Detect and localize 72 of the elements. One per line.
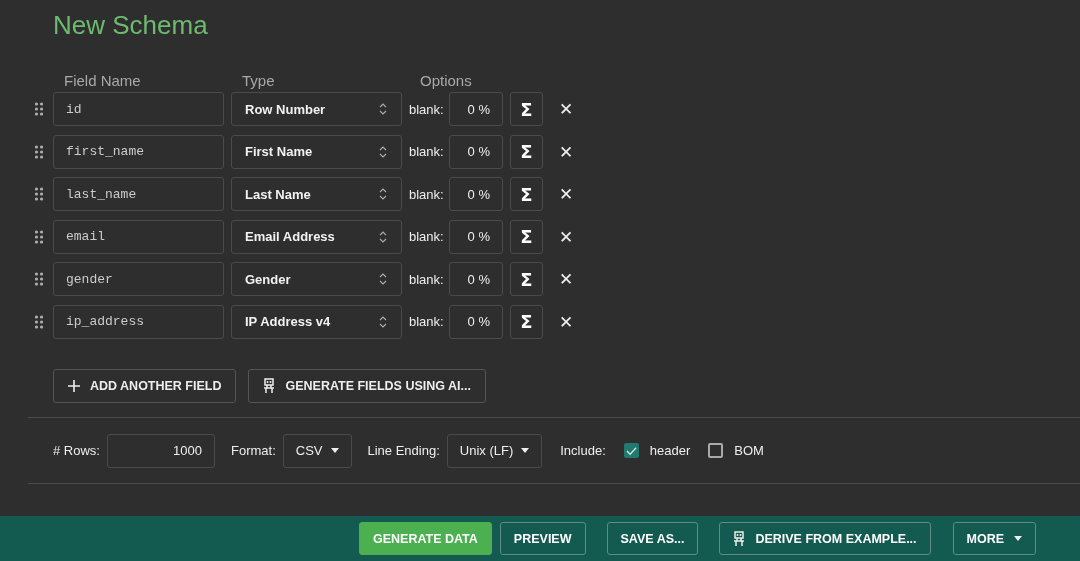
blank-percent-input[interactable]: 0 % [449,304,503,339]
blank-percent-input[interactable]: 0 % [449,262,503,297]
drag-handle-icon[interactable] [35,102,43,116]
blank-label: blank: [409,101,445,117]
drag-handle-icon[interactable] [35,229,43,244]
blank-label: blank: [409,144,445,160]
remove-button[interactable]: ✕ [555,269,578,290]
column-header: Type [242,72,276,91]
column-header: Field Name [64,72,142,91]
line-ending-dropdown[interactable]: Unix (LF) [446,433,543,468]
sort-arrows-icon [379,229,387,244]
line-ending-label: Line Ending: [367,443,440,459]
formula-button[interactable]: Σ [510,92,543,126]
blank-percent-input[interactable]: 0 % [449,177,503,212]
formula-button[interactable]: Σ [510,262,543,297]
type-select[interactable]: Gender [231,262,402,297]
type-select[interactable]: First Name [231,134,402,169]
robot-icon [263,377,276,394]
remove-button[interactable]: ✕ [555,99,578,119]
field-name-input[interactable]: gender [53,262,224,297]
derive-button[interactable]: DERIVE FROM EXAMPLE... [719,522,931,555]
type-select[interactable]: Email Address [231,219,402,254]
action-button[interactable]: SAVE AS... [606,522,699,555]
sort-arrows-icon [379,187,387,202]
checkbox[interactable] [708,443,724,459]
plus-icon [68,379,80,392]
blank-percent-input[interactable]: 0 % [449,219,503,254]
formula-button[interactable]: Σ [510,134,543,169]
checkbox[interactable] [623,443,639,459]
page-title: New Schema [52,9,209,42]
field-name-input[interactable]: last_name [53,177,224,212]
blank-label: blank: [409,314,445,330]
sort-arrows-icon [379,144,387,159]
drag-handle-icon[interactable] [35,314,43,329]
checkbox-label: header [649,443,691,459]
column-header: Options [420,72,472,91]
sort-arrows-icon [379,272,387,287]
rows-input[interactable]: 1000 [106,433,215,468]
blank-label: blank: [409,186,445,202]
generate-ai-button[interactable]: GENERATE FIELDS USING AI... [248,368,486,403]
rows-label: # Rows: [53,443,100,459]
remove-button[interactable]: ✕ [555,311,578,332]
drag-handle-icon[interactable] [35,187,43,202]
blank-percent-input[interactable]: 0 % [449,134,503,169]
field-name-input[interactable]: id [53,92,224,126]
sort-arrows-icon [379,314,387,329]
sort-arrows-icon [379,102,387,116]
include-label: Include: [560,443,606,459]
blank-label: blank: [409,229,445,245]
type-select[interactable]: IP Address v4 [231,304,402,339]
action-button[interactable]: PREVIEW [499,522,586,555]
remove-button[interactable]: ✕ [555,184,578,205]
formula-button[interactable]: Σ [510,177,543,212]
drag-handle-icon[interactable] [35,144,43,159]
drag-handle-icon[interactable] [35,272,43,287]
formula-button[interactable]: Σ [510,304,543,339]
remove-button[interactable]: ✕ [555,226,578,247]
formula-button[interactable]: Σ [510,219,543,254]
remove-button[interactable]: ✕ [555,141,578,162]
field-name-input[interactable]: email [53,219,224,254]
more-menu-button[interactable]: MORE [952,522,1037,555]
type-select[interactable]: Row Number [231,92,402,126]
format-dropdown[interactable]: CSV [282,433,352,468]
blank-percent-input[interactable]: 0 % [449,92,503,126]
blank-label: blank: [409,271,445,287]
field-name-input[interactable]: ip_address [53,304,224,339]
field-name-input[interactable]: first_name [53,134,224,169]
add-field-button[interactable]: ADD ANOTHER FIELD [53,368,237,403]
robot-icon [733,530,746,547]
type-select[interactable]: Last Name [231,177,402,212]
checkbox-label: BOM [734,443,764,459]
format-label: Format: [230,443,276,459]
